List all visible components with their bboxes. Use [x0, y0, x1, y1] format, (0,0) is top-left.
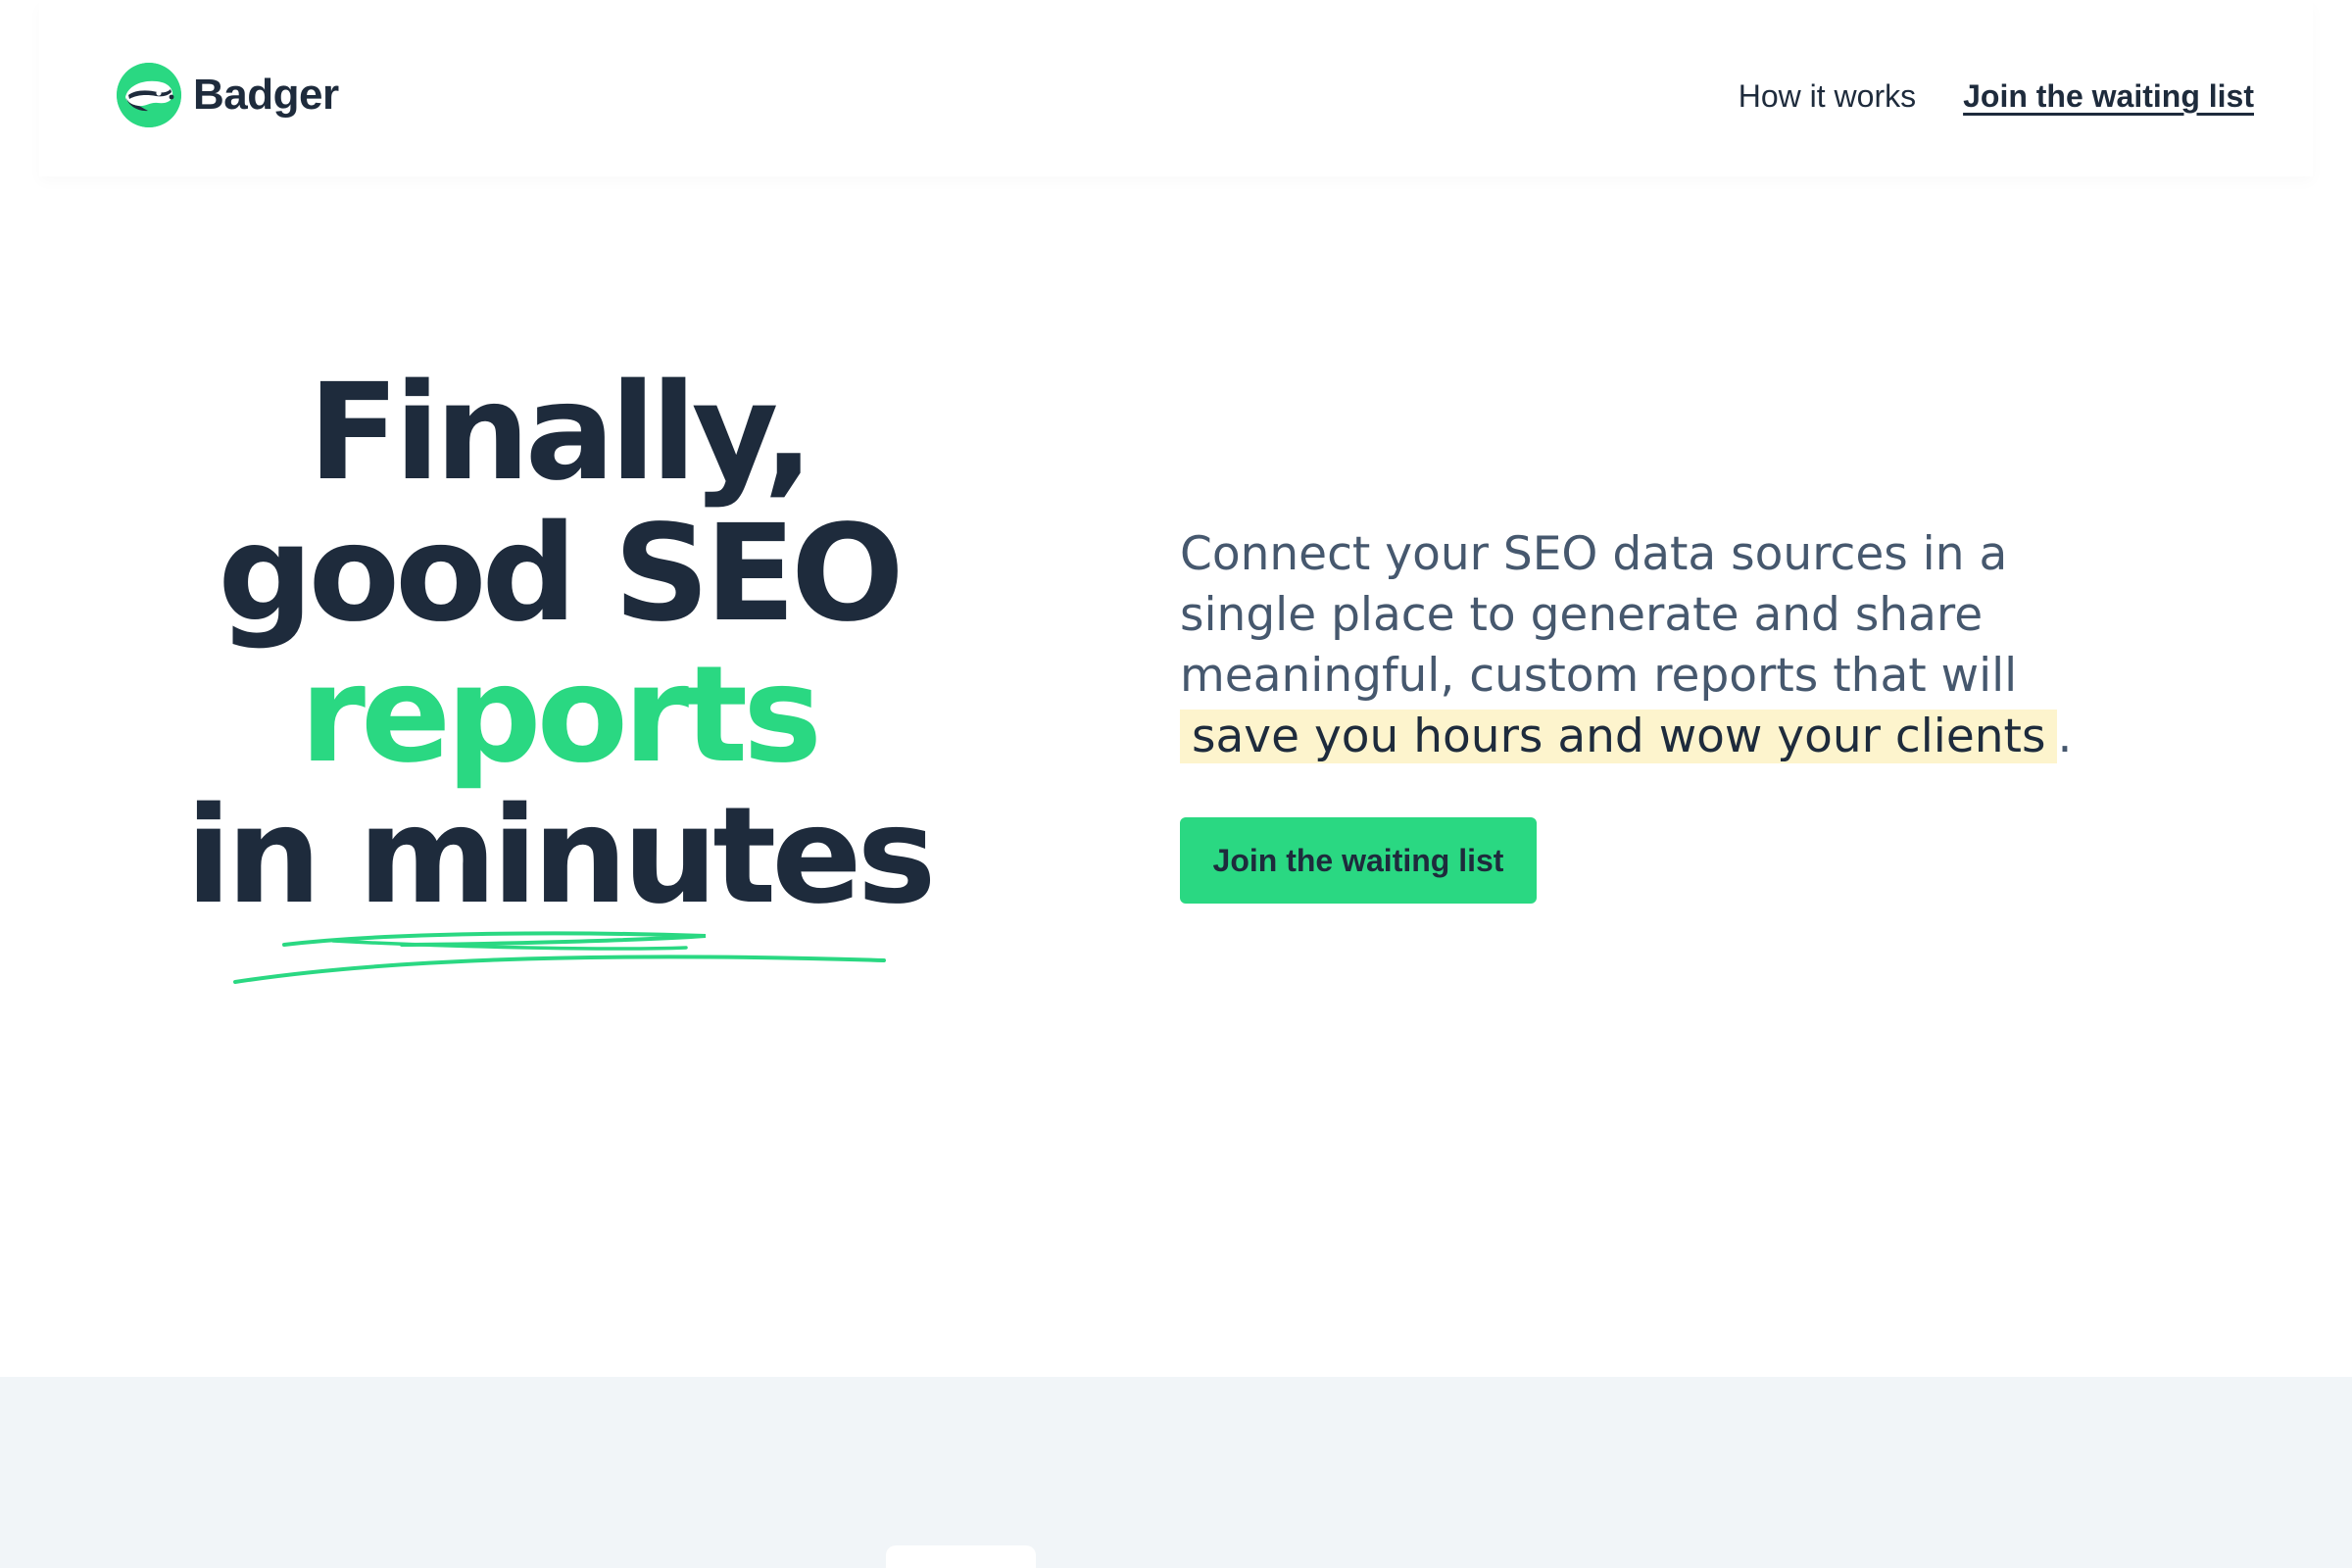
brand-name: Badger [193, 71, 339, 119]
intro-end: . [2057, 710, 2073, 763]
headline-line-4: in minutes [185, 779, 937, 934]
preview-card [886, 1545, 1036, 1568]
site-header: Badger How it works Join the waiting lis… [39, 0, 2313, 176]
intro-text: Connect your SEO data sources in a singl… [1180, 527, 2018, 703]
join-waiting-list-button[interactable]: Join the waiting list [1180, 817, 1537, 904]
badger-icon [117, 63, 181, 127]
headline-line-1: Finally, [308, 356, 813, 511]
headline-line-2: good SEO [218, 497, 904, 652]
intro-highlight: save you hours and wow your clients [1180, 710, 2058, 763]
hero-headline: Finally, good SEO reports in minutes [167, 363, 951, 927]
landing-page: Badger How it works Join the waiting lis… [0, 0, 2352, 1568]
brand-logo[interactable]: Badger [117, 63, 339, 127]
nav-how-it-works-link[interactable]: How it works [1739, 78, 1916, 115]
nav-join-waiting-list-link[interactable]: Join the waiting list [1963, 78, 2254, 115]
underline-scribble [233, 931, 886, 984]
headline-line-3-accent: reports [299, 638, 822, 793]
hero-description: Connect your SEO data sources in a singl… [1180, 524, 2121, 767]
main-nav: How it works Join the waiting list [1739, 78, 2254, 115]
lower-section [0, 1377, 2352, 1568]
hero-section: Finally, good SEO reports in minutes Con… [0, 176, 2352, 1377]
